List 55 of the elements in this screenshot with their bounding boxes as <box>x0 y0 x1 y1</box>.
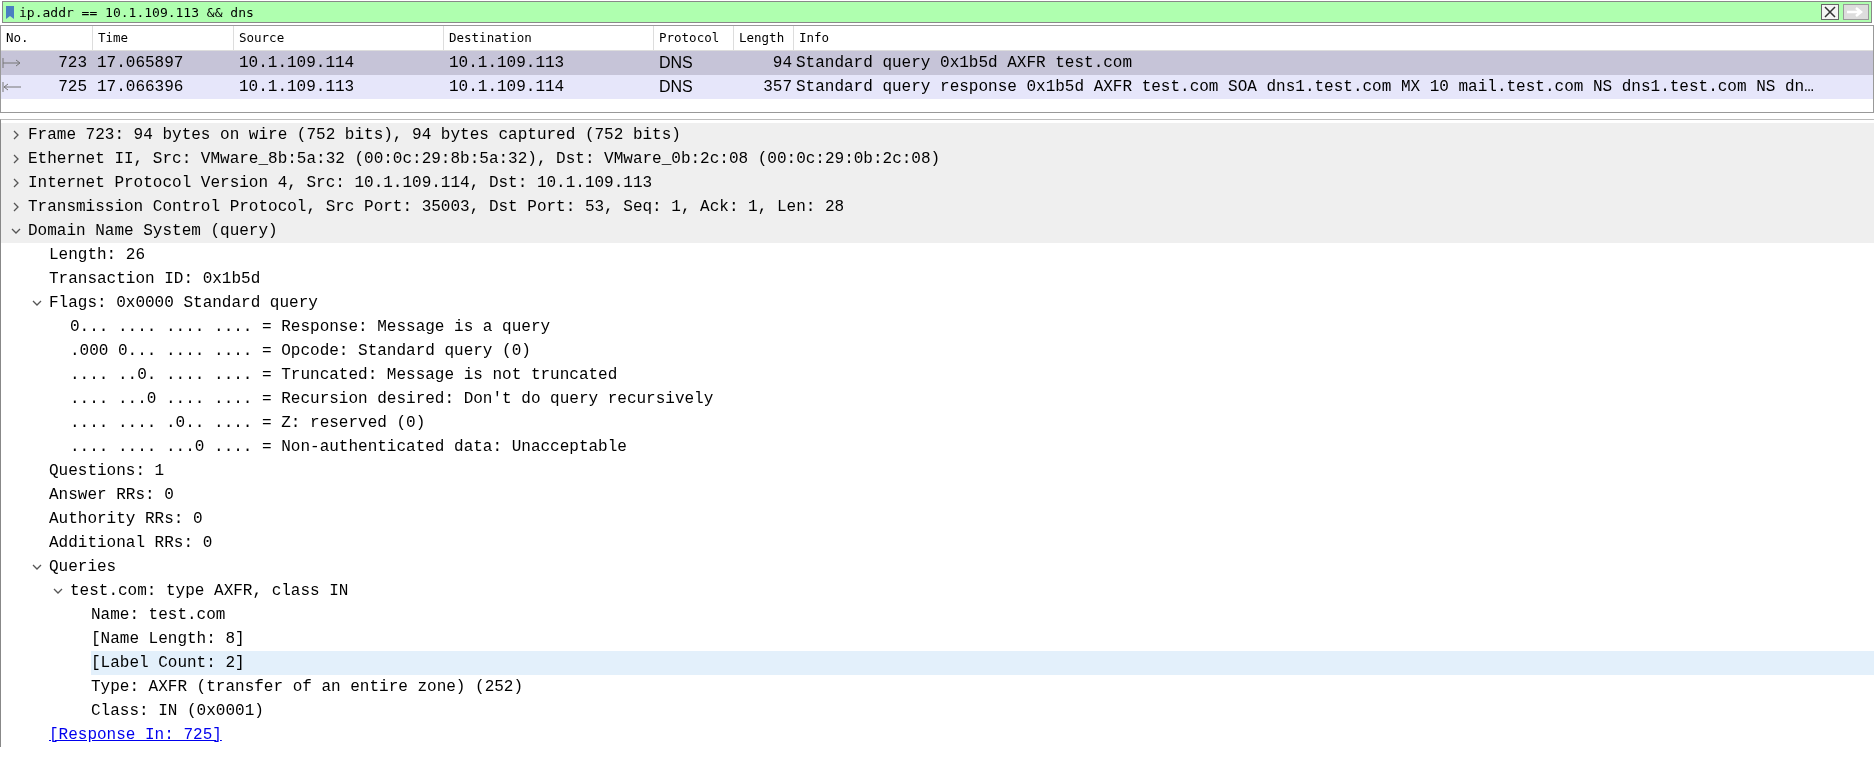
chevron-down-icon[interactable] <box>31 562 42 572</box>
response-link[interactable]: [Response In: 725] <box>49 723 222 747</box>
packet-row[interactable]: 725 17.066396 10.1.109.113 10.1.109.114 DNS 357 Standard query response 0x1b5d AXFR test.com SOA dns1.test.com MX 10 mail.test.com NS dns1.test.com NS dn… <box>1 75 1873 99</box>
packet-row[interactable]: 723 17.065897 10.1.109.114 10.1.109.113 DNS 94 Standard query 0x1b5d AXFR test.com <box>1 51 1873 75</box>
column-header[interactable]: Time <box>93 26 234 50</box>
column-header[interactable]: Length <box>734 26 794 50</box>
packet-cell-text: Standard query response 0x1b5d AXFR test.com SOA dns1.test.com MX 10 mail.test.com NS dns1.test.com NS dn… <box>795 78 1815 96</box>
detail-field[interactable]: .... ...0 .... .... = Recursion desired: Don't do query recursively <box>70 387 714 411</box>
detail-field[interactable]: Type: AXFR (transfer of an entire zone) (252) <box>91 675 524 699</box>
detail-field[interactable]: [Name Length: 8] <box>91 627 245 651</box>
detail-field[interactable]: Answer RRs: 0 <box>49 483 174 507</box>
column-header[interactable]: Source <box>234 26 444 50</box>
detail-field[interactable]: 0... .... .... .... = Response: Message is a query <box>70 315 551 339</box>
detail-field[interactable]: Length: 26 <box>49 243 145 267</box>
detail-field[interactable]: Authority RRs: 0 <box>49 507 203 531</box>
packet-cell-text: 723 <box>57 54 88 72</box>
detail-field[interactable]: Class: IN (0x0001) <box>91 699 264 723</box>
detail-field[interactable]: Questions: 1 <box>49 459 165 483</box>
detail-field[interactable]: Additional RRs: 0 <box>49 531 213 555</box>
column-header[interactable]: Destination <box>444 26 654 50</box>
packet-cell-text: 10.1.109.113 <box>448 54 566 72</box>
packet-cell-text: 94 <box>771 54 793 72</box>
detail-field[interactable]: .... ..0. .... .... = Truncated: Message is not truncated <box>70 363 618 387</box>
detail-field[interactable]: [Label Count: 2] <box>91 651 1874 675</box>
clear-icon[interactable] <box>1821 4 1839 20</box>
packet-cell-text: 725 <box>57 78 88 96</box>
chevron-down-icon[interactable] <box>31 298 42 308</box>
right-arrow-icon <box>1 58 23 68</box>
detail-field[interactable]: .000 0... .... .... = Opcode: Standard query (0) <box>70 339 531 363</box>
bookmark-icon[interactable] <box>5 4 15 20</box>
packet-cell-text: 10.1.109.113 <box>238 78 356 96</box>
packet-cell-text: Standard query 0x1b5d AXFR test.com <box>795 54 1134 72</box>
detail-field[interactable]: .... .... ...0 .... = Non-authenticated data: Unacceptable <box>70 435 627 459</box>
packet-cell-text: 17.066396 <box>96 78 185 96</box>
packet-cell-text: DNS <box>658 78 694 96</box>
column-header[interactable]: No. <box>1 26 93 50</box>
column-header[interactable]: Protocol <box>654 26 734 50</box>
detail-field[interactable]: Queries <box>49 555 117 579</box>
left-arrow-icon <box>1 82 23 92</box>
detail-field[interactable]: .... .... .0.. .... = Z: reserved (0) <box>70 411 426 435</box>
display-filter-field[interactable]: ip.addr == 10.1.109.113 && dns <box>2 1 1872 23</box>
packet-cell-text: DNS <box>658 54 694 72</box>
detail-field[interactable]: Transaction ID: 0x1b5d <box>49 267 261 291</box>
packet-cell-text: 17.065897 <box>96 54 185 72</box>
detail-field[interactable]: test.com: type AXFR, class IN <box>70 579 349 603</box>
detail-field[interactable]: Domain Name System (query) <box>28 219 278 243</box>
detail-field[interactable]: Flags: 0x0000 Standard query <box>49 291 318 315</box>
packet-cell-text: 10.1.109.114 <box>448 78 566 96</box>
chevron-down-icon[interactable] <box>10 226 21 236</box>
filter-input[interactable]: ip.addr == 10.1.109.113 && dns <box>19 4 1817 20</box>
detail-field[interactable]: Name: test.com <box>91 603 226 627</box>
packet-cell-text: 357 <box>762 78 793 96</box>
packet-cell-text: 10.1.109.114 <box>238 54 356 72</box>
column-header[interactable]: Info <box>794 26 1873 50</box>
chevron-down-icon[interactable] <box>52 586 63 596</box>
